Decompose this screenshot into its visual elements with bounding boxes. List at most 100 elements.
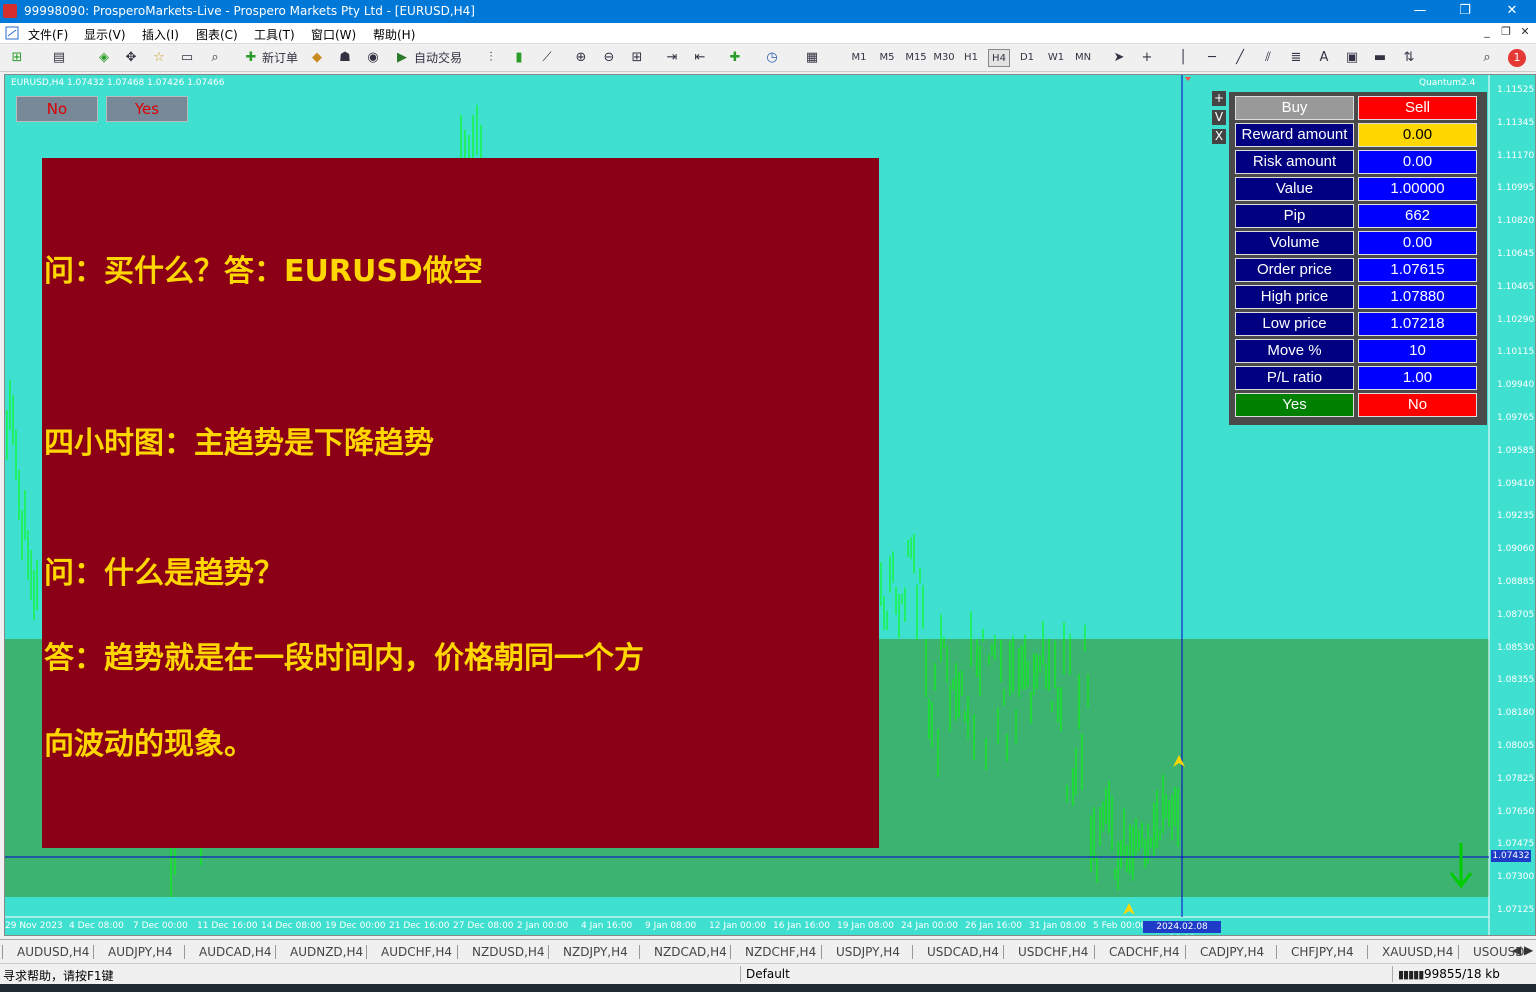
mdi-close-button[interactable]: ✕ [1518, 25, 1532, 38]
restore-button[interactable]: ❐ [1453, 2, 1477, 20]
new-order-button[interactable]: 新订单 [262, 49, 298, 67]
zoom-in-icon[interactable]: ⊕ [572, 49, 590, 67]
new-order-icon[interactable]: ✚ [242, 49, 260, 67]
tf-mn[interactable]: MN [1072, 49, 1094, 67]
channel-icon[interactable]: ⫽ [1259, 49, 1277, 67]
profiles-icon[interactable]: ▤ [50, 49, 68, 67]
panel-value-yes[interactable]: No [1358, 393, 1477, 417]
panel-label-value[interactable]: Value [1235, 177, 1354, 201]
tf-m5[interactable]: M5 [876, 49, 898, 67]
candlestick-icon[interactable]: ▮ [510, 49, 528, 67]
panel-label-yes[interactable]: Yes [1235, 393, 1354, 417]
minimize-button[interactable]: — [1408, 2, 1432, 20]
tf-h1[interactable]: H1 [960, 49, 982, 67]
market-icon[interactable]: ◉ [364, 49, 382, 67]
panel-value-volume[interactable]: 0.00 [1358, 231, 1477, 255]
panel-value-risk-amount[interactable]: 0.00 [1358, 150, 1477, 174]
panel-label-low-price[interactable]: Low price [1235, 312, 1354, 336]
signals-icon[interactable]: ☗ [336, 49, 354, 67]
chart-tab[interactable]: CHFJPY,H4 [1291, 945, 1354, 959]
data-window-icon[interactable]: ☆ [150, 49, 168, 67]
chart-tab[interactable]: NZDJPY,H4 [563, 945, 628, 959]
tf-h4[interactable]: H4 [988, 49, 1010, 67]
panel-collapse-button[interactable]: V [1212, 110, 1226, 125]
tester-icon[interactable]: ⌕ [206, 49, 224, 67]
menu-help[interactable]: 帮助(H) [373, 26, 415, 43]
tile-windows-icon[interactable]: ⊞ [628, 49, 646, 67]
trendline-icon[interactable]: ╱ [1231, 49, 1249, 67]
chart-window[interactable]: EURUSD,H4 1.07432 1.07468 1.07426 1.0746… [4, 74, 1536, 936]
templates-icon[interactable]: ▦ [803, 49, 821, 67]
menu-window[interactable]: 窗口(W) [311, 26, 356, 43]
panel-value-buy[interactable]: Sell [1358, 96, 1477, 120]
panel-expand-button[interactable]: + [1212, 91, 1226, 106]
menu-insert[interactable]: 插入(I) [142, 26, 179, 43]
tf-w1[interactable]: W1 [1045, 49, 1067, 67]
tf-m1[interactable]: M1 [848, 49, 870, 67]
panel-label-move[interactable]: Move % [1235, 339, 1354, 363]
panel-close-button[interactable]: X [1212, 129, 1226, 144]
panel-value-move[interactable]: 10 [1358, 339, 1477, 363]
text-tool-icon[interactable]: A [1315, 49, 1333, 67]
no-button[interactable]: No [16, 96, 98, 122]
cursor-icon[interactable]: ➤ [1110, 49, 1128, 67]
periods-icon[interactable]: ◷ [763, 49, 781, 67]
panel-label-p-l-ratio[interactable]: P/L ratio [1235, 366, 1354, 390]
terminal-icon[interactable]: ▭ [178, 49, 196, 67]
chart-tab[interactable]: CADCHF,H4 [1109, 945, 1180, 959]
zoom-out-icon[interactable]: ⊖ [600, 49, 618, 67]
menu-file[interactable]: 文件(F) [28, 26, 68, 43]
mdi-restore-button[interactable]: ❐ [1499, 25, 1513, 38]
menu-view[interactable]: 显示(V) [84, 26, 126, 43]
tf-m15[interactable]: M15 [904, 49, 928, 67]
notifications-badge[interactable]: 1 [1508, 49, 1526, 67]
panel-label-risk-amount[interactable]: Risk amount [1235, 150, 1354, 174]
indicators-icon[interactable]: ✚ [726, 49, 744, 67]
market-watch-icon[interactable]: ◈ [95, 49, 113, 67]
tab-scroll-right-icon[interactable]: ▶ [1524, 943, 1533, 957]
chart-tab[interactable]: USDJPY,H4 [836, 945, 900, 959]
panel-value-value[interactable]: 1.00000 [1358, 177, 1477, 201]
chart-tab[interactable]: USDCAD,H4 [927, 945, 999, 959]
chart-tab[interactable]: AUDJPY,H4 [108, 945, 173, 959]
panel-value-p-l-ratio[interactable]: 1.00 [1358, 366, 1477, 390]
menu-tools[interactable]: 工具(T) [254, 26, 295, 43]
navigator-icon[interactable]: ✥ [122, 49, 140, 67]
panel-label-high-price[interactable]: High price [1235, 285, 1354, 309]
panel-label-reward-amount[interactable]: Reward amount [1235, 123, 1354, 147]
horizontal-line-icon[interactable]: ─ [1203, 49, 1221, 67]
panel-label-order-price[interactable]: Order price [1235, 258, 1354, 282]
panel-value-order-price[interactable]: 1.07615 [1358, 258, 1477, 282]
chart-tab[interactable]: USOUSD [1473, 945, 1525, 959]
close-button[interactable]: ✕ [1500, 2, 1524, 20]
menu-charts[interactable]: 图表(C) [196, 26, 238, 43]
text-label-icon[interactable]: ▣ [1343, 49, 1361, 67]
chart-tab[interactable]: CADJPY,H4 [1200, 945, 1264, 959]
scroll-end-icon[interactable]: ⇥ [663, 49, 681, 67]
chart-tab[interactable]: AUDUSD,H4 [17, 945, 89, 959]
panel-value-low-price[interactable]: 1.07218 [1358, 312, 1477, 336]
chart-tab[interactable]: AUDCHF,H4 [381, 945, 452, 959]
panel-label-buy[interactable]: Buy [1235, 96, 1354, 120]
panel-value-high-price[interactable]: 1.07880 [1358, 285, 1477, 309]
chart-tab[interactable]: NZDCAD,H4 [654, 945, 727, 959]
panel-value-pip[interactable]: 662 [1358, 204, 1477, 228]
yes-button[interactable]: Yes [106, 96, 188, 122]
panel-value-reward-amount[interactable]: 0.00 [1358, 123, 1477, 147]
tf-m30[interactable]: M30 [932, 49, 956, 67]
crosshair-icon[interactable]: + [1138, 49, 1156, 67]
metaeditor-icon[interactable]: ◆ [308, 49, 326, 67]
line-chart-icon[interactable]: ⟋ [538, 49, 556, 67]
mdi-minimize-button[interactable]: _ [1480, 25, 1494, 38]
auto-trading-button[interactable]: 自动交易 [414, 49, 462, 67]
arrows-icon[interactable]: ⇅ [1400, 49, 1418, 67]
auto-trading-icon[interactable]: ▶ [393, 49, 411, 67]
bar-chart-icon[interactable]: ⫶ [482, 49, 500, 67]
new-chart-icon[interactable]: ⊞ [8, 49, 26, 67]
vertical-line-icon[interactable]: │ [1174, 49, 1192, 67]
chart-tab[interactable]: AUDNZD,H4 [290, 945, 363, 959]
chart-shift-icon[interactable]: ⇤ [691, 49, 709, 67]
rectangle-icon[interactable]: ▬ [1371, 49, 1389, 67]
chart-tab[interactable]: XAUUSD,H4 [1382, 945, 1453, 959]
chart-tab[interactable]: USDCHF,H4 [1018, 945, 1088, 959]
